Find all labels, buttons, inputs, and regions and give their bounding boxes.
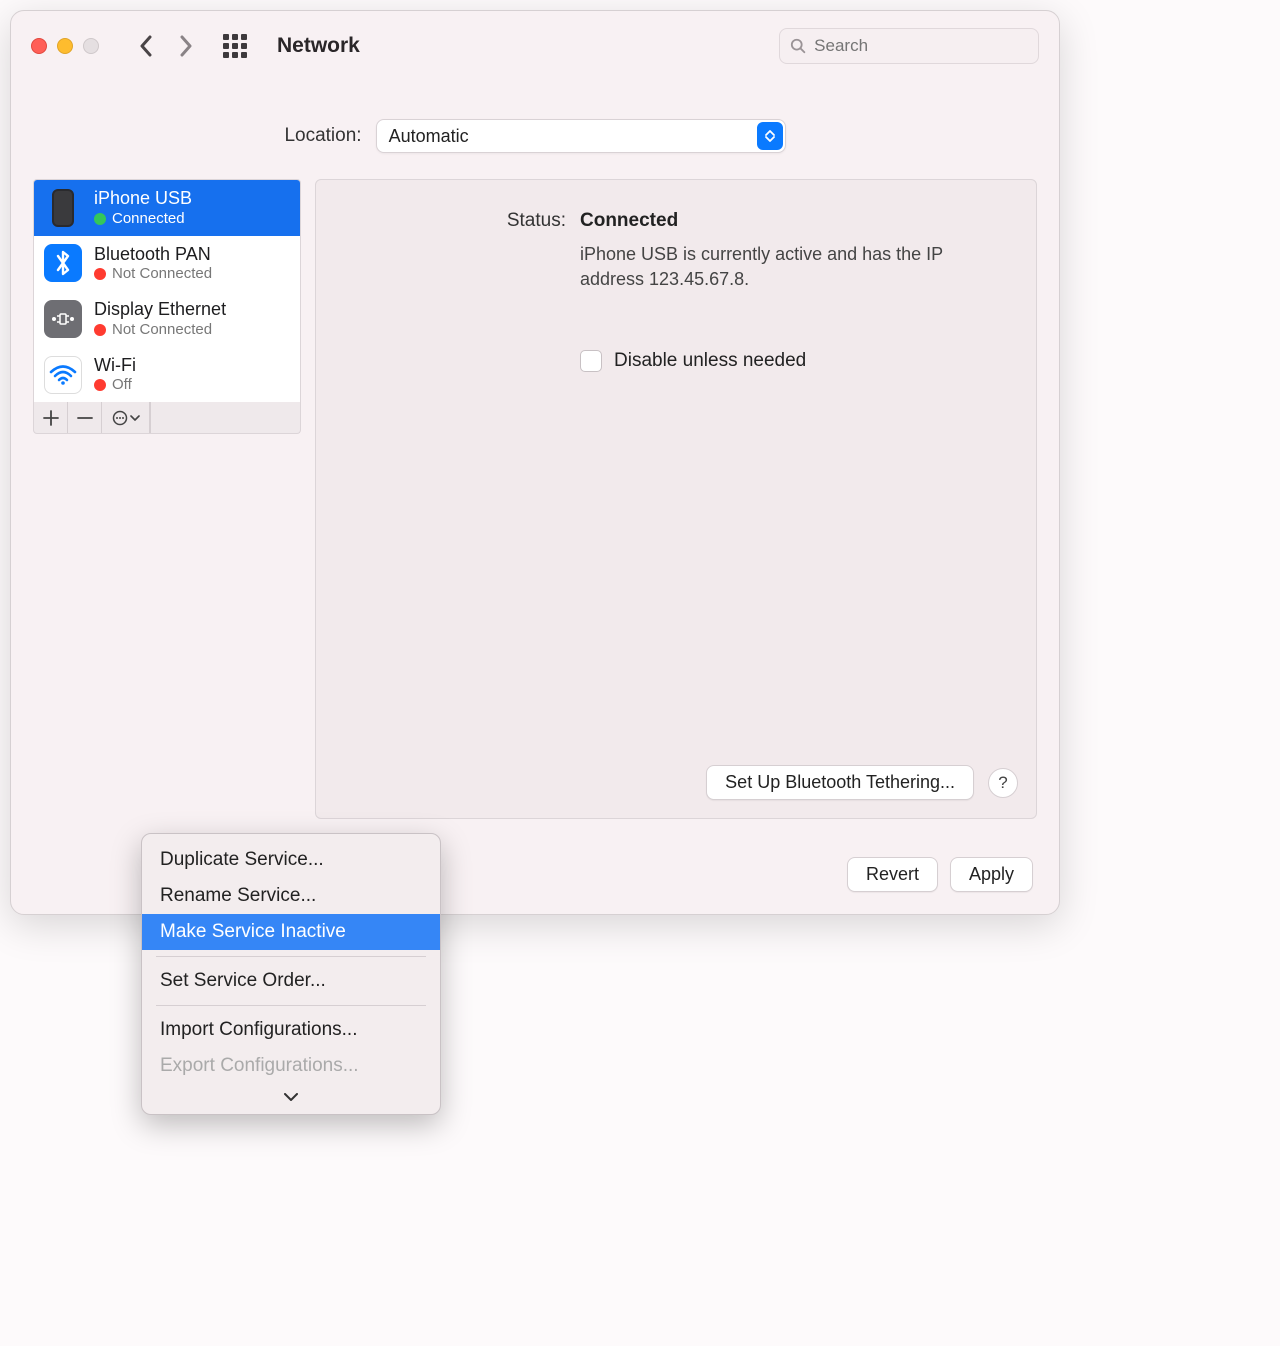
wifi-icon <box>44 356 82 394</box>
service-display-ethernet[interactable]: Display Ethernet Not Connected <box>34 291 300 347</box>
show-all-button[interactable] <box>223 34 247 58</box>
chevron-right-icon <box>179 35 193 57</box>
menu-set-service-order[interactable]: Set Service Order... <box>142 963 440 999</box>
service-name: Display Ethernet <box>94 299 226 321</box>
chevron-left-icon <box>139 35 153 57</box>
toolbar: Network <box>11 11 1059 81</box>
sidebar-footer <box>33 402 301 434</box>
status-dot-icon <box>94 324 106 336</box>
actions-popup-menu: Duplicate Service... Rename Service... M… <box>141 833 441 1115</box>
actions-menu-button[interactable] <box>102 402 150 433</box>
status-label: Status: <box>346 210 566 232</box>
zoom-window-button <box>83 38 99 54</box>
service-name: Wi-Fi <box>94 355 136 377</box>
status-dot-icon <box>94 268 106 280</box>
ethernet-icon <box>44 300 82 338</box>
status-value: Connected <box>580 210 678 232</box>
menu-import-configurations[interactable]: Import Configurations... <box>142 1012 440 1048</box>
chevron-down-icon <box>284 1093 298 1101</box>
location-label: Location: <box>284 125 361 147</box>
bottom-buttons: Revert Apply <box>847 857 1033 892</box>
service-name: Bluetooth PAN <box>94 244 212 266</box>
menu-export-configurations: Export Configurations... <box>142 1048 440 1084</box>
back-button[interactable] <box>133 33 159 59</box>
apply-button[interactable]: Apply <box>950 857 1033 892</box>
revert-button[interactable]: Revert <box>847 857 938 892</box>
bluetooth-icon <box>44 244 82 282</box>
menu-scroll-down[interactable] <box>142 1084 440 1106</box>
search-input[interactable] <box>814 36 1028 56</box>
service-status: Not Connected <box>112 321 212 339</box>
service-iphone-usb[interactable]: iPhone USB Connected <box>34 180 300 236</box>
service-status: Connected <box>112 210 185 228</box>
location-value: Automatic <box>389 126 469 147</box>
service-wifi[interactable]: Wi-Fi Off <box>34 347 300 403</box>
status-dot-icon <box>94 213 106 225</box>
close-window-button[interactable] <box>31 38 47 54</box>
add-service-button[interactable] <box>34 402 68 433</box>
search-icon <box>790 37 806 55</box>
services-sidebar: iPhone USB Connected Bluetooth PAN Not C… <box>33 179 301 402</box>
menu-separator <box>156 1005 426 1006</box>
minimize-window-button[interactable] <box>57 38 73 54</box>
service-status: Off <box>112 376 132 394</box>
disable-unless-needed-checkbox[interactable] <box>580 350 602 372</box>
status-dot-icon <box>94 379 106 391</box>
plus-icon <box>43 410 59 426</box>
content-area: iPhone USB Connected Bluetooth PAN Not C… <box>11 179 1059 819</box>
detail-panel: Status: Connected iPhone USB is currentl… <box>315 179 1037 819</box>
disable-unless-needed-label: Disable unless needed <box>614 350 806 372</box>
page-title: Network <box>277 34 360 58</box>
location-row: Location: Automatic <box>11 81 1059 179</box>
menu-make-service-inactive[interactable]: Make Service Inactive <box>142 914 440 950</box>
more-icon <box>112 410 128 426</box>
search-field[interactable] <box>779 28 1039 64</box>
menu-rename-service[interactable]: Rename Service... <box>142 878 440 914</box>
setup-bluetooth-tethering-button[interactable]: Set Up Bluetooth Tethering... <box>706 765 974 800</box>
service-bluetooth-pan[interactable]: Bluetooth PAN Not Connected <box>34 236 300 292</box>
service-name: iPhone USB <box>94 188 192 210</box>
iphone-icon <box>44 189 82 227</box>
location-select[interactable]: Automatic <box>376 119 786 153</box>
window-controls <box>31 38 99 54</box>
network-preferences-window: Network Location: Automatic <box>10 10 1060 915</box>
help-button[interactable]: ? <box>988 768 1018 798</box>
minus-icon <box>77 410 93 426</box>
menu-duplicate-service[interactable]: Duplicate Service... <box>142 842 440 878</box>
select-stepper-icon <box>757 122 783 150</box>
status-description: iPhone USB is currently active and has t… <box>580 242 960 292</box>
forward-button <box>173 33 199 59</box>
remove-service-button[interactable] <box>68 402 102 433</box>
chevron-down-icon <box>130 415 140 421</box>
service-status: Not Connected <box>112 265 212 283</box>
menu-separator <box>156 956 426 957</box>
